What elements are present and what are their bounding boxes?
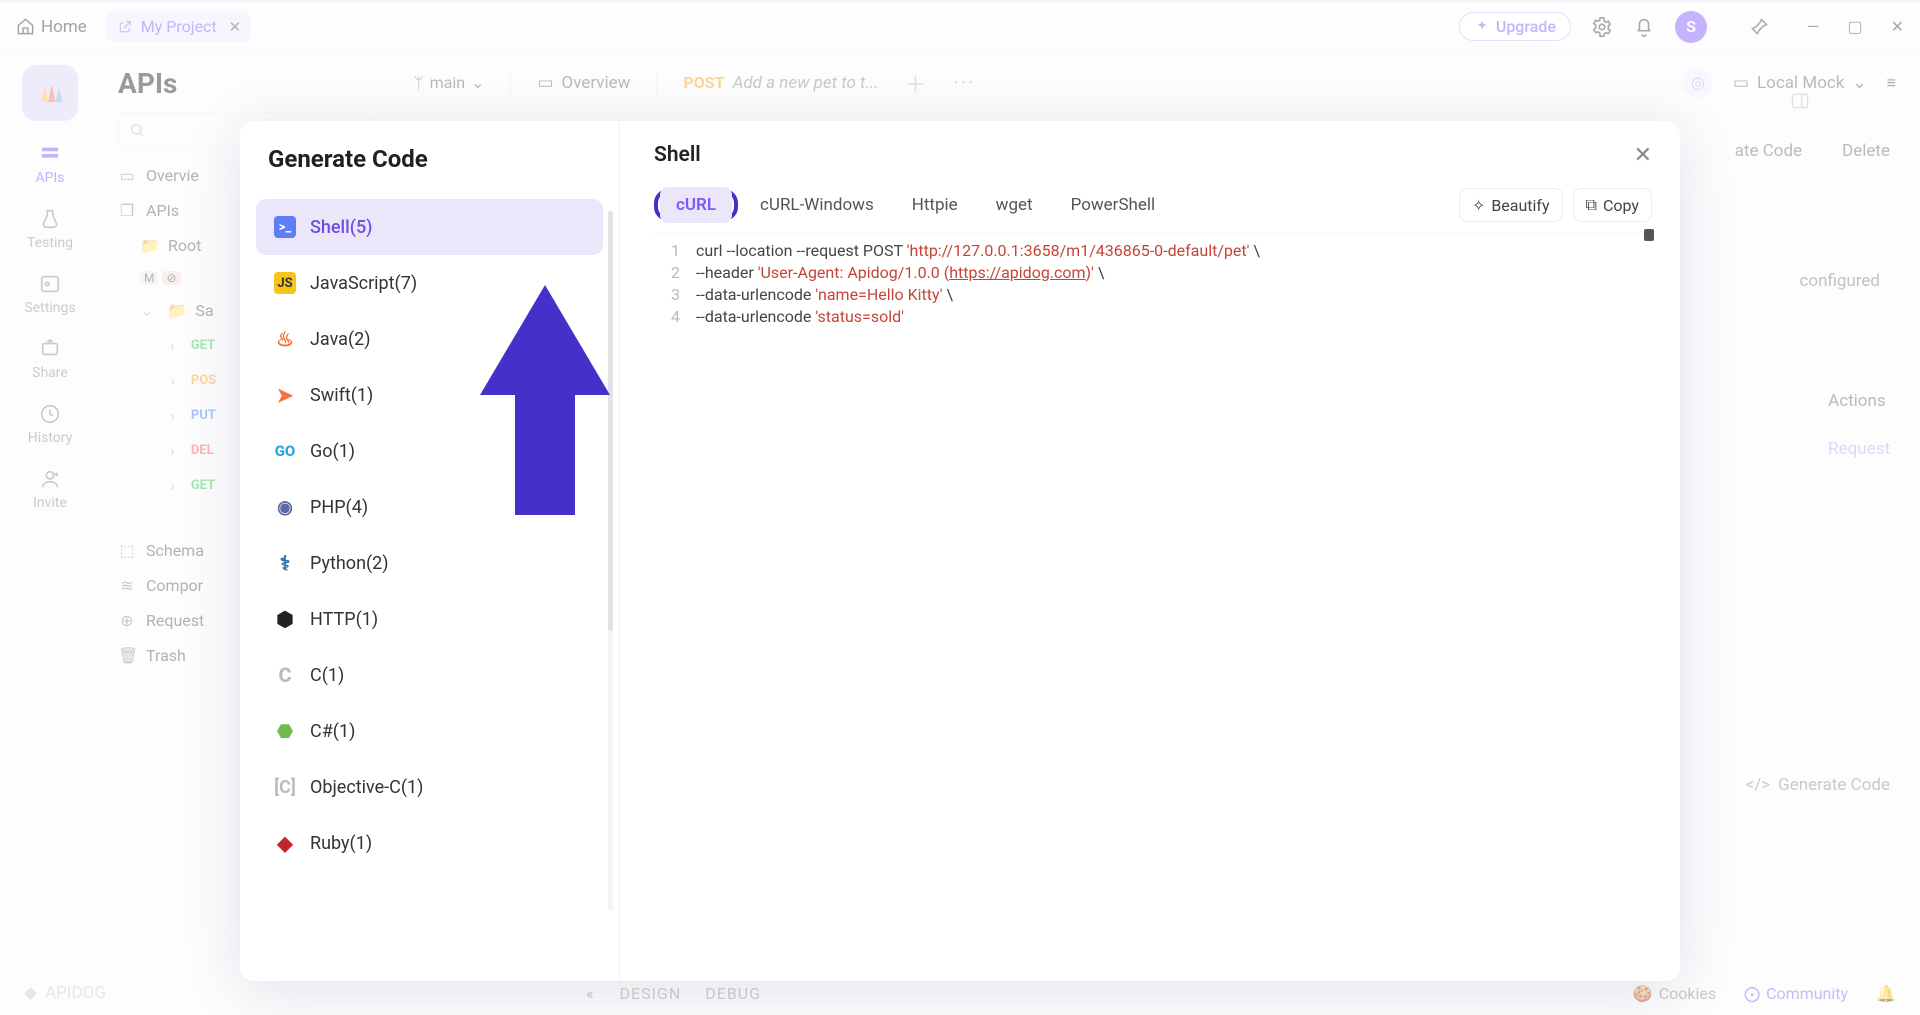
modal-right-title: Shell (654, 143, 1652, 167)
c-icon: C (274, 664, 296, 686)
lang-item-ruby[interactable]: ◆ Ruby(1) (256, 815, 603, 871)
lang-item-swift[interactable]: ➤ Swift(1) (256, 367, 603, 423)
lang-item-python[interactable]: ⚕ Python(2) (256, 535, 603, 591)
subtab-wget[interactable]: wget (980, 187, 1049, 223)
csharp-icon: ⬣ (274, 720, 296, 742)
lang-label: C#(1) (310, 721, 355, 742)
lang-item-go[interactable]: GO Go(1) (256, 423, 603, 479)
code-block[interactable]: 1curl --location --request POST 'http://… (654, 233, 1652, 328)
lang-scrollbar[interactable] (608, 211, 613, 911)
lang-item-c[interactable]: C C(1) (256, 647, 603, 703)
copy-button[interactable]: ⧉Copy (1573, 188, 1652, 222)
swift-icon: ➤ (274, 384, 296, 406)
lang-label: Swift(1) (310, 385, 373, 406)
lang-label: Java(2) (310, 329, 371, 350)
modal-code-panel: Shell ✕ cURL cURL-Windows Httpie wget Po… (620, 121, 1680, 981)
lang-item-http[interactable]: ⬢ HTTP(1) (256, 591, 603, 647)
lang-item-objc[interactable]: [C] Objective-C(1) (256, 759, 603, 815)
subtab-curl-windows[interactable]: cURL-Windows (744, 187, 890, 223)
lang-label: C(1) (310, 665, 344, 686)
lang-label: PHP(4) (310, 497, 368, 518)
lang-item-js[interactable]: JS JavaScript(7) (256, 255, 603, 311)
wand-icon: ✧ (1472, 196, 1485, 215)
php-icon: ◉ (274, 496, 296, 518)
modal-title: Generate Code (240, 145, 619, 191)
lang-label: JavaScript(7) (310, 273, 417, 294)
subtab-curl[interactable]: cURL (660, 187, 732, 223)
python-icon: ⚕ (274, 552, 296, 574)
lang-item-shell[interactable]: >_ Shell(5) (256, 199, 603, 255)
curl-highlight-ring: cURL (654, 189, 738, 221)
subtab-powershell[interactable]: PowerShell (1055, 187, 1172, 223)
http-icon: ⬢ (274, 608, 296, 630)
generate-code-modal: Generate Code >_ Shell(5) JS JavaScript(7) ♨… (240, 121, 1680, 981)
go-icon: GO (274, 440, 296, 462)
lang-label: HTTP(1) (310, 609, 378, 630)
lang-label: Ruby(1) (310, 833, 372, 854)
ruby-icon: ◆ (274, 832, 296, 854)
modal-close-button[interactable]: ✕ (1634, 143, 1652, 168)
lang-label: Shell(5) (310, 217, 372, 238)
copy-icon: ⧉ (1586, 195, 1597, 215)
lang-label: Objective-C(1) (310, 777, 423, 798)
lang-item-php[interactable]: ◉ PHP(4) (256, 479, 603, 535)
subtab-httpie[interactable]: Httpie (896, 187, 974, 223)
code-scroll-indicator[interactable] (1644, 229, 1654, 241)
shell-icon: >_ (274, 216, 296, 238)
java-icon: ♨ (274, 328, 296, 350)
lang-label: Python(2) (310, 553, 389, 574)
objc-icon: [C] (274, 776, 296, 798)
js-icon: JS (274, 272, 296, 294)
lang-item-java[interactable]: ♨ Java(2) (256, 311, 603, 367)
modal-language-panel: Generate Code >_ Shell(5) JS JavaScript(7) ♨… (240, 121, 620, 981)
lang-item-csharp[interactable]: ⬣ C#(1) (256, 703, 603, 759)
lang-label: Go(1) (310, 441, 355, 462)
beautify-button[interactable]: ✧Beautify (1459, 188, 1563, 222)
scrollbar-thumb[interactable] (608, 211, 613, 631)
subtabs-row: cURL cURL-Windows Httpie wget PowerShell… (654, 187, 1652, 223)
